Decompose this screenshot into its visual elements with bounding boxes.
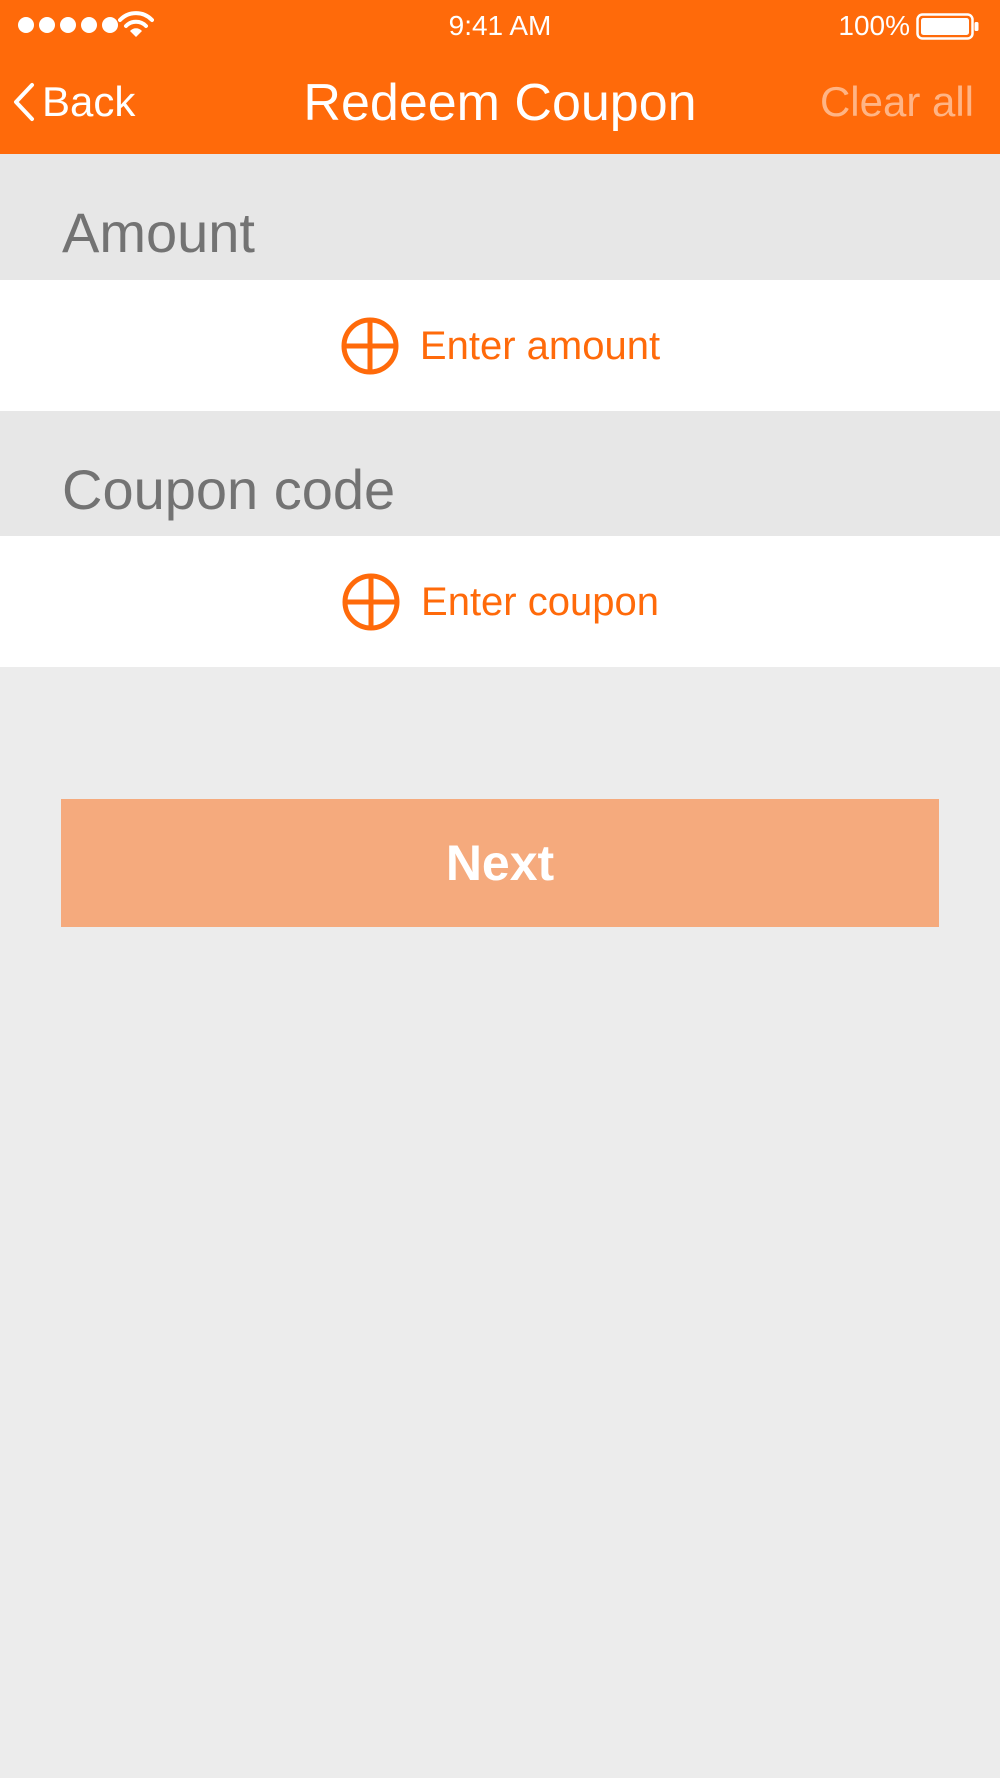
amount-header-label: Amount [62,201,255,264]
battery-full-icon [916,13,979,40]
enter-coupon-label: Enter coupon [421,579,659,624]
navigation-bar: Back Redeem Coupon Clear all [0,52,1000,154]
clear-all-button[interactable]: Clear all [820,74,974,130]
enter-coupon-button[interactable]: Enter coupon [0,536,1000,667]
battery-percent: 100% [838,10,910,41]
status-bar: 9:41 AM 100% [0,0,1000,52]
amount-section-header: Amount [0,154,1000,280]
redeem-coupon-screen: 9:41 AM 100% Back Redeem Coupon Clear al… [0,0,1000,1778]
plus-circle-icon [341,317,399,374]
plus-circle-icon [342,573,400,630]
next-button[interactable]: Next [61,799,939,927]
enter-amount-button[interactable]: Enter amount [0,280,1000,411]
coupon-section-header: Coupon code [0,411,1000,536]
coupon-header-label: Coupon code [62,458,396,521]
header: 9:41 AM 100% Back Redeem Coupon Clear al… [0,0,1000,154]
enter-amount-label: Enter amount [419,323,661,368]
